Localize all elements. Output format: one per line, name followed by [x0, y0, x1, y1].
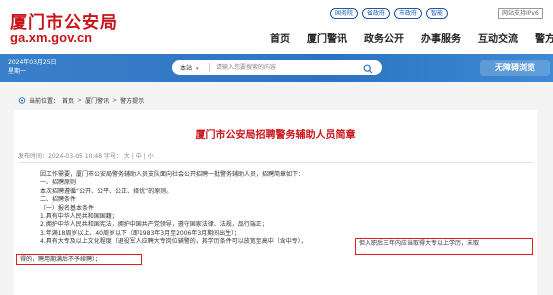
nav-interaction[interactable]: 互动交流 — [478, 30, 518, 45]
highlight-text-2: 得的，聘用期满后不予续聘）； — [20, 256, 102, 263]
search-button[interactable] — [361, 62, 375, 74]
article-line: 因工作需要，厦门市公安局警务辅助人员支队面向社会公开招聘一批警务辅助人员，招聘简… — [40, 171, 305, 178]
font-size-large[interactable]: 大 — [124, 153, 130, 160]
article-line: （一）报名基本条件 — [40, 204, 95, 212]
barrier-free-button[interactable]: 无障碍浏览 — [480, 60, 550, 76]
search-input[interactable] — [216, 61, 356, 74]
search-scope-select[interactable]: 本站 ▾ — [180, 63, 198, 72]
location-pin-icon — [18, 96, 26, 104]
article-line: 2.拥护中华人民共和国宪法，拥护中国共产党领导，遵守国家法律、法规，品行端正； — [40, 221, 268, 229]
top-link-city[interactable]: 市政府 — [394, 8, 423, 19]
article-title: 厦门市公安局招聘警务辅助人员简章 — [195, 130, 356, 141]
nav-xiamen-news[interactable]: 厦门警讯 — [307, 30, 347, 45]
highlight-box-2: 得的，聘用期满后不予续聘）； — [16, 254, 142, 265]
search-divider — [209, 63, 210, 72]
publish-info: 发布时间：2024-03-05 10:48 字号： — [18, 153, 122, 160]
search-box: 本站 ▾ — [172, 60, 382, 75]
date-text: 2024年03月25日 — [8, 59, 57, 66]
search-scope-label: 本站 — [180, 65, 193, 72]
content-area: 当前位置： 首页 > 厦门警讯 > 警方提示 厦门市公安局招聘警务辅助人员简章 … — [0, 82, 553, 295]
article-divider — [18, 162, 533, 163]
article-body: 因工作需要，厦门市公安局警务辅助人员支队面向社会公开招聘一批警务辅助人员，招聘简… — [40, 171, 530, 247]
breadcrumb-separator: > — [112, 97, 118, 104]
top-link-smart[interactable]: 智能 — [426, 8, 449, 19]
article-meta: 发布时间：2024-03-05 10:48 字号： 大 | 中 | 小 — [18, 151, 154, 160]
search-icon — [363, 64, 373, 74]
font-size-divider: | — [131, 153, 134, 160]
font-size-divider: | — [143, 153, 146, 160]
site-header: 厦门市公安局 ga.xm.gov.cn 国务院 省政府 市政府 智能 网站支持I… — [0, 0, 553, 54]
breadcrumb-home[interactable]: 首页 — [62, 96, 74, 105]
breadcrumb-police-tips[interactable]: 警方提示 — [120, 96, 144, 105]
highlight-text-1: 但入职后三年内应当取得大专以上学历，未取 — [359, 240, 480, 247]
top-links: 国务院 省政府 市政府 智能 — [330, 8, 449, 19]
date-display: 2024年03月25日 星期一 — [8, 58, 57, 76]
weekday-text: 星期一 — [8, 68, 27, 75]
top-link-state-council[interactable]: 国务院 — [330, 8, 359, 19]
nav-home[interactable]: 首页 — [270, 30, 290, 45]
breadcrumb: 当前位置： 首页 > 厦门警讯 > 警方提示 — [18, 96, 144, 105]
font-size-medium[interactable]: 中 — [136, 153, 142, 160]
highlight-box-1: 但入职后三年内应当取得大专以上学历，未取 — [355, 238, 533, 255]
article-line: 3.年满18周岁以上、40周岁以下（即1983年3月至2006年3月期间出生）； — [40, 229, 241, 237]
article-line-text: 4.具有大专及以上文化程度（退役军人应聘大专岗位辅警的，其学历条件可以放宽至高中… — [40, 238, 307, 246]
breadcrumb-separator: > — [77, 97, 83, 104]
breadcrumb-xiamen-news[interactable]: 厦门警讯 — [85, 96, 109, 105]
main-nav: 首页 厦门警讯 政务公开 办事服务 互动交流 警方提示 — [270, 30, 553, 45]
ipv6-badge: 网站支持IPv6 — [498, 8, 543, 19]
breadcrumb-label: 当前位置： — [29, 98, 60, 105]
font-size-small[interactable]: 小 — [148, 153, 154, 160]
article-line: 本次招聘遵循“公开、公平、公正、择优”的原则。 — [40, 187, 173, 195]
nav-services[interactable]: 办事服务 — [421, 30, 461, 45]
article-line: 二、招聘条件 — [40, 196, 77, 204]
article-panel: 厦门市公安局招聘警务辅助人员简章 发布时间：2024-03-05 10:48 字… — [14, 110, 537, 295]
top-link-province[interactable]: 省政府 — [362, 8, 391, 19]
article-line: 一、招聘原则 — [40, 179, 77, 187]
search-band: 2024年03月25日 星期一 本站 ▾ 无障碍浏览 — [0, 54, 553, 82]
nav-police-tips[interactable]: 警方提示 — [535, 30, 553, 45]
nav-government-affairs[interactable]: 政务公开 — [364, 30, 404, 45]
site-logo-domain: ga.xm.gov.cn — [10, 30, 93, 45]
caret-down-icon: ▾ — [195, 66, 199, 72]
